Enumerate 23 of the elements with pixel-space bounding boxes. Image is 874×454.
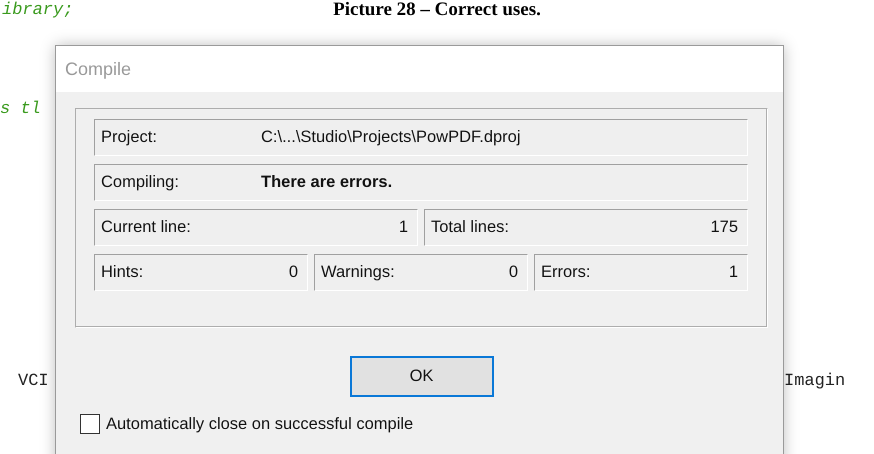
field-value: 0	[508, 263, 518, 282]
field-label: Hints:	[101, 263, 144, 282]
field-label: Project:	[101, 128, 158, 147]
checkbox-label: Automatically close on successful compile	[106, 414, 414, 434]
window-title: Compile	[65, 58, 132, 80]
checkbox[interactable]	[80, 414, 100, 434]
field-label: Total lines:	[431, 218, 510, 237]
code-text: ibrary;	[2, 1, 74, 20]
code-text: VCI	[18, 372, 49, 391]
field-value: There are errors.	[261, 173, 392, 192]
field-value: C:\...\Studio\Projects\PowPDF.dproj	[261, 128, 521, 147]
field-value: 1	[728, 263, 738, 282]
field-label: Current line:	[101, 218, 192, 237]
field-value: 0	[288, 263, 298, 282]
field-value: 175	[710, 218, 738, 237]
ok-button[interactable]: OK	[350, 356, 494, 397]
code-text: s tl	[0, 100, 41, 119]
field-label: Warnings:	[321, 263, 396, 282]
field-label: Errors:	[541, 263, 592, 282]
code-text: Imagin	[784, 372, 846, 391]
field-value: 1	[398, 218, 408, 237]
field-label: Compiling:	[101, 173, 180, 192]
figure-caption: Picture 28 – Correct uses.	[333, 0, 541, 21]
